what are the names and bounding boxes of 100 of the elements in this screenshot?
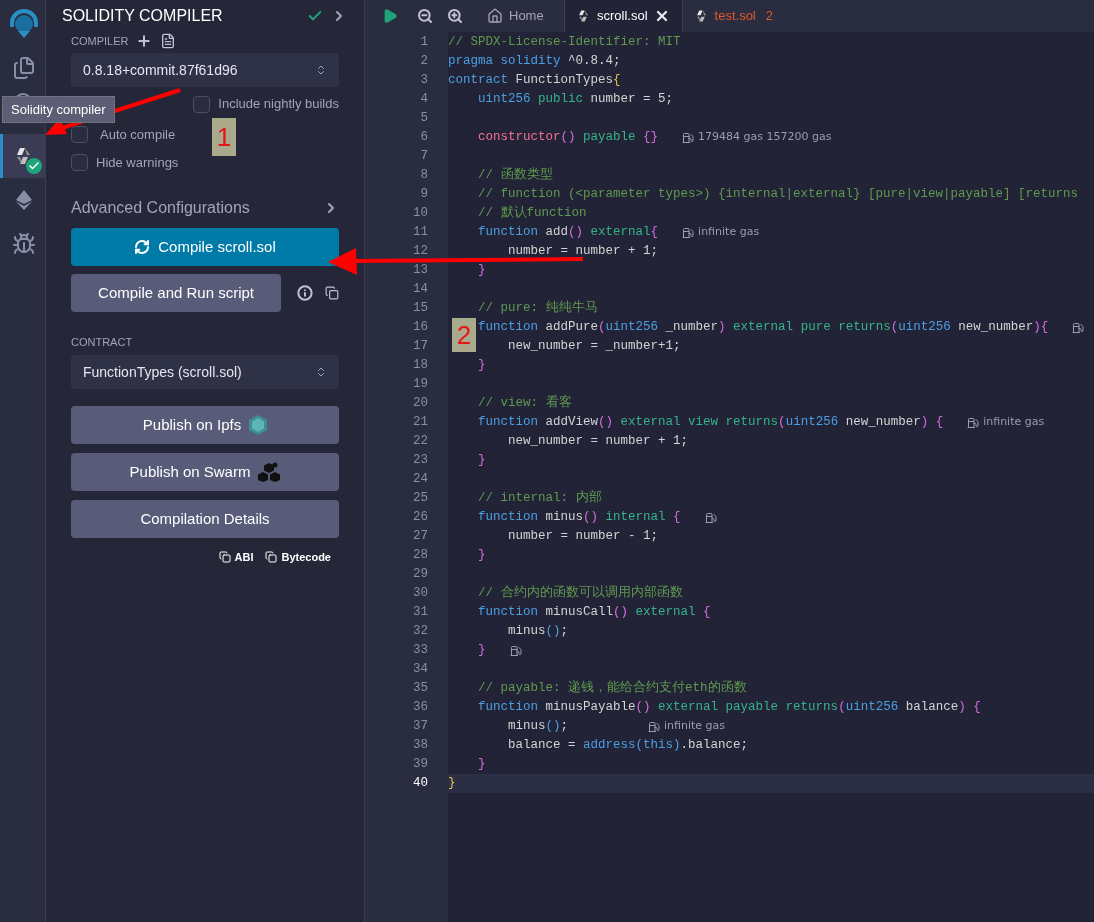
code-line: function addView() external view returns(uint256 new_number) {	[478, 414, 944, 432]
line-number: 7	[420, 148, 428, 166]
code-line: // payable: 递钱，能给合约支付eth的函数	[478, 679, 747, 698]
checkbox[interactable]	[193, 95, 211, 113]
gas-estimate: 179484 gas 157200 gas	[698, 129, 832, 146]
line-number: 13	[413, 262, 428, 280]
code-line: // 合约内的函数可以调用内部函数	[478, 584, 683, 603]
line-number: 23	[413, 452, 428, 470]
annotation-label: 1	[212, 118, 236, 156]
copy-link[interactable]: ABI	[218, 549, 254, 566]
line-number: 32	[413, 623, 428, 641]
publish-button[interactable]: Publish on Swarm	[71, 453, 339, 491]
code-line: // SPDX-License-Identifier: MIT	[448, 34, 681, 52]
line-number: 40	[413, 775, 428, 793]
editor-tab[interactable]: scroll.sol	[564, 0, 683, 32]
gas-estimate: infinite gas	[983, 414, 1045, 431]
line-number: 22	[413, 433, 428, 451]
line-number: 5	[420, 110, 428, 128]
advanced-configurations[interactable]: Advanced Configurations	[71, 196, 323, 220]
code-line: }	[478, 357, 486, 375]
line-number: 9	[420, 186, 428, 204]
solidity-file-icon	[694, 9, 709, 23]
line-number: 18	[413, 357, 428, 375]
editor-tab[interactable]: test.sol 2	[682, 0, 785, 32]
line-number: 10	[413, 205, 428, 223]
code-line: minus();	[508, 623, 569, 641]
code-line: function add() external{	[478, 224, 659, 242]
line-number: 1	[420, 34, 428, 52]
line-number: 4	[420, 91, 428, 109]
panel-title: SOLIDITY COMPILER	[62, 5, 223, 26]
files-icon[interactable]	[12, 56, 36, 80]
line-number: 36	[413, 699, 428, 717]
code-line: // pure: 纯纯牛马	[478, 299, 598, 318]
tooltip: Solidity compiler	[2, 96, 115, 123]
code-line: // view: 看客	[478, 394, 572, 413]
compiler-label: COMPILER	[71, 33, 129, 49]
line-number: 21	[413, 414, 428, 432]
line-number: 34	[413, 661, 428, 679]
code-line: // function (<parameter types>) {internal|external} [pure|view|payable] [returns	[478, 186, 1079, 204]
checkbox-label: Hide warnings	[96, 154, 179, 172]
compile-run-button[interactable]: Compile and Run script	[71, 274, 282, 312]
line-number: 37	[413, 718, 428, 736]
contract-select[interactable]: FunctionTypes (scroll.sol)	[71, 355, 339, 389]
run-icon[interactable]	[382, 8, 398, 24]
solidity-file-icon	[577, 9, 591, 23]
line-number: 35	[413, 680, 428, 698]
copy-icon[interactable]	[325, 286, 339, 300]
code-line: }	[478, 452, 486, 470]
line-number: 8	[420, 167, 428, 185]
line-number: 26	[413, 509, 428, 527]
ipfs-icon	[249, 415, 268, 435]
publish-button[interactable]: Compilation Details	[71, 500, 339, 538]
line-number: 11	[413, 224, 428, 242]
error-count: 2	[765, 7, 773, 26]
bug-icon[interactable]	[12, 232, 36, 256]
checkbox[interactable]	[71, 126, 88, 144]
code-line: uint256 public number = 5;	[478, 91, 674, 109]
annotation-label: 2	[452, 318, 476, 352]
line-number: 30	[413, 585, 428, 603]
code-line: }	[478, 642, 486, 660]
code-line: }	[478, 756, 486, 774]
code-line: function addPure(uint256 _number) external pure returns(uint256 new_number){	[478, 319, 1049, 337]
line-number: 20	[413, 395, 428, 413]
file-icon[interactable]	[160, 33, 177, 49]
line-number: 27	[413, 528, 428, 546]
code-line: }	[478, 262, 486, 280]
code-line: pragma solidity ^0.8.4;	[448, 53, 621, 71]
code-line: // 函数类型	[478, 166, 553, 185]
code-line: number = number - 1;	[508, 528, 659, 546]
line-number: 3	[420, 72, 428, 90]
info-icon[interactable]	[297, 285, 314, 301]
code-line: constructor() payable {}	[478, 129, 659, 147]
line-number: 15	[413, 300, 428, 318]
code-line: contract FunctionTypes{	[448, 72, 621, 90]
zoom-out-icon[interactable]	[417, 8, 433, 24]
editor-tab[interactable]: Home	[475, 0, 564, 32]
code-line: // internal: 内部	[478, 489, 602, 508]
checkbox-label: Include nightly builds	[218, 95, 339, 114]
copy-icon	[265, 551, 278, 564]
compile-button[interactable]: Compile scroll.sol	[71, 228, 339, 266]
compiler-select[interactable]: 0.8.18+commit.87f61d96	[71, 53, 339, 87]
code-line: balance = address(this).balance;	[508, 737, 749, 755]
copy-link[interactable]: Bytecode	[265, 549, 331, 566]
line-number: 39	[413, 756, 428, 774]
code-line: minus();	[508, 718, 569, 736]
code-line: }	[478, 547, 486, 565]
line-number: 16	[413, 319, 428, 337]
gas-estimate: infinite gas	[664, 718, 726, 735]
select-arrows-icon	[315, 366, 327, 378]
zoom-in-icon[interactable]	[447, 8, 463, 24]
sidebar-tab[interactable]	[0, 134, 45, 178]
copy-icon	[218, 551, 231, 564]
line-number: 14	[413, 281, 428, 299]
home-icon	[487, 8, 503, 24]
line-number: 38	[413, 737, 428, 755]
checkbox-label: Auto compile	[100, 126, 176, 144]
contract-label: CONTRACT	[71, 335, 134, 350]
checkbox[interactable]	[71, 154, 88, 172]
publish-button[interactable]: Publish on Ipfs	[71, 406, 339, 444]
code-line: number = number + 1;	[508, 243, 659, 261]
